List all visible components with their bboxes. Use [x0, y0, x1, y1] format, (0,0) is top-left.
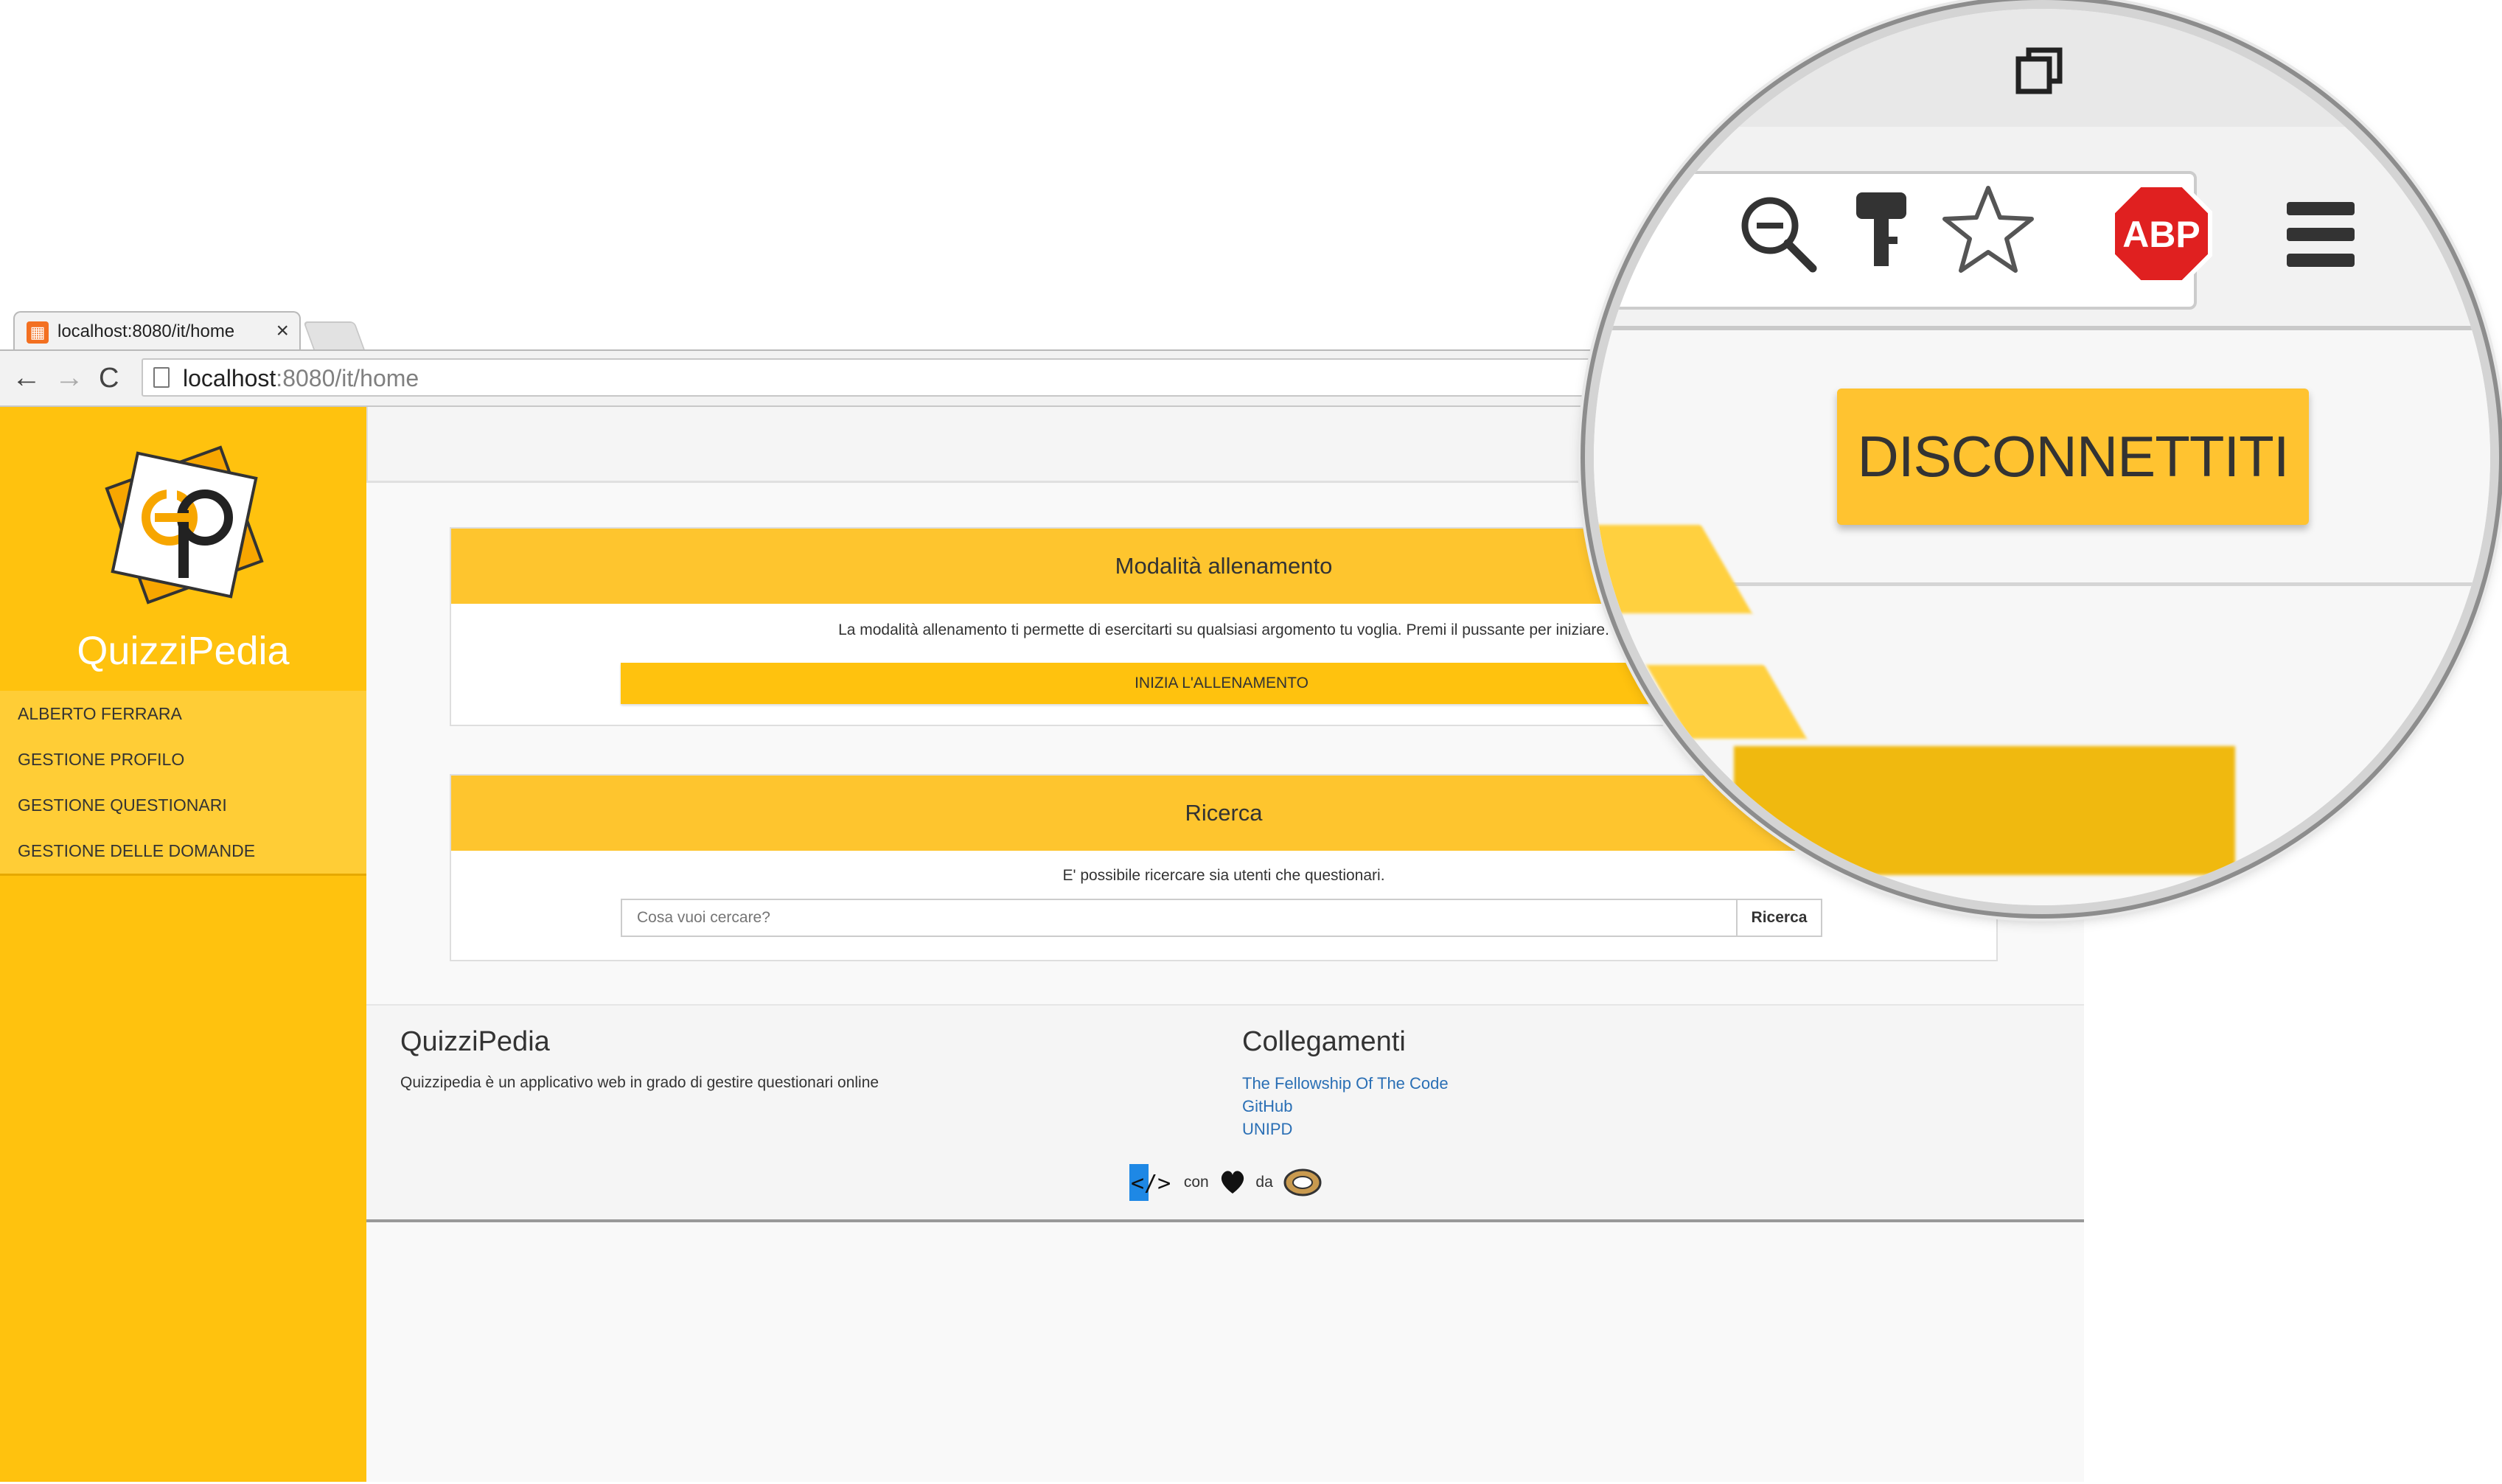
- reload-icon[interactable]: C: [99, 363, 119, 394]
- magnifier-callout: ABP DISCONNETTITI: [1585, 0, 2499, 914]
- close-tab-icon[interactable]: ×: [276, 318, 289, 344]
- new-tab-button[interactable]: [303, 321, 365, 349]
- url-host: localhost: [183, 365, 276, 391]
- url-path: :8080/it/home: [276, 365, 419, 391]
- sidebar-item-profile[interactable]: GESTIONE PROFILO: [0, 736, 366, 782]
- code-icon: </>: [1129, 1164, 1171, 1201]
- browser-menu-icon[interactable]: [2287, 199, 2355, 270]
- tab-title: localhost:8080/it/home: [58, 321, 235, 341]
- svg-text:</>: </>: [1131, 1171, 1171, 1196]
- footer: QuizziPedia Quizzipedia è un applicativo…: [366, 1004, 2084, 1222]
- credit-con: con: [1183, 1174, 1209, 1191]
- adblock-plus-icon[interactable]: ABP: [2110, 182, 2213, 285]
- magnified-panel-header: [1734, 746, 2235, 875]
- favicon-icon: ▦: [27, 321, 49, 344]
- footer-links-title: Collegamenti: [1242, 1026, 1406, 1057]
- sidebar-menu: ALBERTO FERRARA GESTIONE PROFILO GESTION…: [0, 691, 366, 876]
- sidebar-item-questions[interactable]: GESTIONE DELLE DOMANDE: [0, 828, 366, 874]
- footer-description: Quizzipedia è un applicativo web in grad…: [400, 1074, 879, 1091]
- forward-arrow-icon[interactable]: →: [55, 361, 84, 394]
- heart-icon: [1221, 1171, 1244, 1194]
- logout-button[interactable]: DISCONNETTITI: [1837, 389, 2309, 525]
- zoom-out-icon[interactable]: [1738, 193, 1819, 274]
- quizzipedia-logo[interactable]: [96, 436, 273, 613]
- footer-link-fellowship[interactable]: The Fellowship Of The Code: [1242, 1074, 1449, 1093]
- brand-name: QuizziPedia: [77, 629, 290, 673]
- sidebar: QuizziPedia ALBERTO FERRARA GESTIONE PRO…: [0, 407, 366, 1482]
- back-arrow-icon[interactable]: ←: [12, 361, 41, 394]
- abp-label: ABP: [2122, 214, 2200, 255]
- bookmark-star-icon[interactable]: [1940, 182, 2036, 278]
- search-input[interactable]: [621, 899, 1738, 937]
- team-logo-icon: [1283, 1168, 1322, 1196]
- credit-da: da: [1255, 1174, 1273, 1191]
- footer-credit: </> con da: [1129, 1164, 1322, 1201]
- footer-brand: QuizziPedia: [400, 1026, 550, 1057]
- key-icon[interactable]: [1852, 189, 1911, 271]
- page-icon: [153, 367, 170, 388]
- footer-link-unipd[interactable]: UNIPD: [1242, 1120, 1292, 1139]
- footer-link-github[interactable]: GitHub: [1242, 1097, 1292, 1116]
- sidebar-item-user[interactable]: ALBERTO FERRARA: [0, 691, 366, 736]
- url-text: localhost:8080/it/home: [183, 365, 419, 392]
- browser-tab[interactable]: ▦ localhost:8080/it/home ×: [13, 311, 301, 349]
- sidebar-item-questionnaires[interactable]: GESTIONE QUESTIONARI: [0, 782, 366, 828]
- restore-window-icon[interactable]: [2014, 46, 2066, 97]
